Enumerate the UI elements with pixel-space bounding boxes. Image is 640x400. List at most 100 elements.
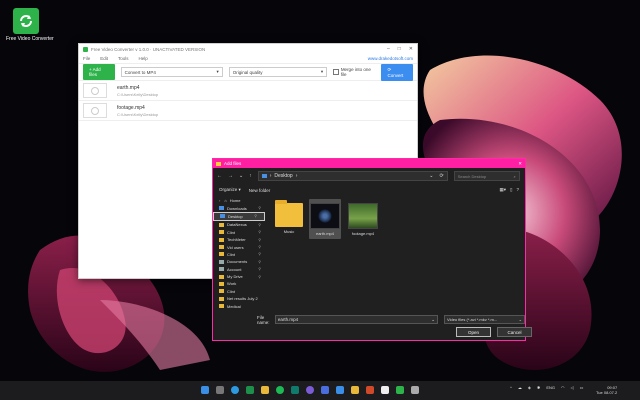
messenger-icon[interactable] <box>306 386 314 394</box>
close-icon[interactable]: ✕ <box>409 46 413 52</box>
chevron-down-icon: ⌄ <box>518 317 522 322</box>
excel-icon[interactable] <box>246 386 254 394</box>
home-icon: ⌂ <box>224 198 227 204</box>
sidebar-item[interactable]: Clint ⚲ <box>213 229 265 236</box>
preview-pane-icon[interactable]: ▯ <box>510 187 512 193</box>
language-indicator[interactable]: ENG <box>546 385 555 390</box>
converter-taskbar-icon[interactable] <box>396 386 404 394</box>
menu-edit[interactable]: Edit <box>100 56 108 61</box>
start-icon[interactable] <box>201 386 209 394</box>
forward-arrow-icon[interactable]: → <box>228 173 233 179</box>
app-icon <box>83 46 88 52</box>
sidebar-item-label: Account <box>227 266 242 272</box>
desktop-shortcut-free-video-converter[interactable]: Free Video Converter <box>6 8 54 42</box>
open-button[interactable]: Open <box>456 327 491 337</box>
folder-icon <box>219 259 224 264</box>
file-path: C:\Users\Kelly\Desktop <box>117 91 159 97</box>
file-name-field[interactable]: earth.mp4 ⌄ <box>274 315 438 324</box>
folder-item-music[interactable]: Music <box>273 200 305 234</box>
word-icon[interactable] <box>336 386 344 394</box>
sidebar-item[interactable]: Vid users ⚲ <box>213 243 265 250</box>
convert-to-select[interactable]: Convert to MP4 ▾ <box>120 67 223 77</box>
sidebar-item[interactable]: Documents ⚲ <box>213 258 265 265</box>
new-folder-button[interactable]: New folder <box>249 188 271 193</box>
pin-icon: ⚲ <box>258 206 261 211</box>
notepad-icon[interactable] <box>381 386 389 394</box>
chevron-up-icon[interactable]: ^ <box>510 385 512 390</box>
converter-titlebar[interactable]: Free Video Converter v 1.0.0 · UNACTIVAT… <box>79 44 417 54</box>
sidebar-item[interactable]: Medical <box>213 302 265 308</box>
clock[interactable]: 09:07 Tue 08.07.2 <box>596 385 617 395</box>
view-options-icon[interactable]: ▦▾ <box>499 187 506 193</box>
list-item[interactable]: footage.mp4 C:\Users\Kelly\Desktop <box>79 101 417 121</box>
edge-icon[interactable] <box>231 386 239 394</box>
dialog-titlebar[interactable]: Add files ✕ <box>213 159 525 168</box>
task-view-icon[interactable] <box>216 386 224 394</box>
sidebar-item[interactable]: Clint ⚲ <box>213 251 265 258</box>
wifi-icon[interactable]: ◠ <box>561 385 565 390</box>
cloud-icon[interactable]: ☁ <box>518 385 522 390</box>
dialog-navbar: ← → ⌄ ↑ › Desktop › ⌄ ⟳ Search Desktop ⌕ <box>213 168 525 184</box>
folder-icon <box>219 222 224 227</box>
sidebar-item[interactable]: My Drive ⚲ <box>213 273 265 280</box>
folder-icon <box>216 161 221 166</box>
sidebar-item[interactable]: Downloads ⚲ <box>213 204 265 211</box>
dialog-commandbar: Organize ▾ New folder ▦▾ ▯ ? <box>213 184 525 196</box>
back-arrow-icon[interactable]: ← <box>217 173 222 179</box>
sidebar-item[interactable]: Work <box>213 280 265 287</box>
file-name: earth.mp4 <box>117 84 140 91</box>
spotify-icon[interactable] <box>276 386 284 394</box>
add-files-button[interactable]: + Add files <box>83 64 115 80</box>
sidebar-item[interactable]: Clint <box>213 288 265 295</box>
file-item-footage[interactable]: footage.mp4 <box>347 203 379 236</box>
battery-icon[interactable]: ▭ <box>580 385 584 390</box>
merge-checkbox[interactable]: Merge into one file <box>333 67 375 77</box>
volume-icon[interactable]: ◁ <box>571 385 574 390</box>
chevron-down-icon[interactable]: ⌄ <box>239 173 243 179</box>
minimize-icon[interactable]: – <box>387 46 390 52</box>
settings-icon[interactable] <box>411 386 419 394</box>
folder-icon <box>219 281 224 286</box>
sidebar-item-label: My Drive <box>227 274 243 280</box>
bluetooth-icon[interactable]: ✱ <box>537 385 540 390</box>
cancel-button[interactable]: Cancel <box>497 327 532 337</box>
teams-icon[interactable] <box>321 386 329 394</box>
refresh-icon[interactable]: ⟳ <box>440 173 444 179</box>
up-arrow-icon[interactable]: ↑ <box>249 173 252 179</box>
menu-help[interactable]: Help <box>139 56 148 61</box>
sidebar-item[interactable]: Account ⚲ <box>213 266 265 273</box>
search-input[interactable]: Search Desktop ⌕ <box>453 171 520 181</box>
sidebar-item[interactable]: Net results July 2 <box>213 295 265 302</box>
app-icon[interactable] <box>291 386 299 394</box>
video-thumbnail <box>348 203 378 229</box>
quality-select[interactable]: Original quality ▾ <box>228 67 328 77</box>
organize-button[interactable]: Organize ▾ <box>219 187 241 193</box>
chevron-right-icon[interactable]: › <box>219 198 220 203</box>
convert-button[interactable]: ⟳ Convert <box>381 63 414 81</box>
file-type-select[interactable]: Video files (*.avi *.mkv *.m... ⌄ <box>444 315 525 324</box>
chevron-down-icon[interactable]: ⌄ <box>429 173 433 179</box>
sidebar-item[interactable]: Desktop ⚲ <box>213 211 265 222</box>
menu-file[interactable]: File <box>83 56 90 61</box>
sidebar-item[interactable]: TechMeter ⚲ <box>213 236 265 243</box>
sidebar-item[interactable]: › ⌂ Home <box>213 197 265 204</box>
maximize-icon[interactable]: □ <box>398 46 401 52</box>
taskbar: ^ ☁ ◈ ✱ ENG ◠ ◁ ▭ 09:07 Tue 08.07.2 <box>0 381 640 400</box>
sidebar-item[interactable]: DataNexus ⚲ <box>213 221 265 228</box>
file-item-earth[interactable]: earth.mp4 <box>309 199 341 239</box>
sidebar-item-label: Home <box>229 198 241 204</box>
sidebar-item-label: Work <box>227 281 237 287</box>
help-icon[interactable]: ? <box>516 187 519 193</box>
powerpoint-icon[interactable] <box>366 386 374 394</box>
address-bar[interactable]: › Desktop › ⌄ ⟳ <box>257 171 448 181</box>
dialog-title: Add files <box>224 161 242 166</box>
dialog-footer: File name: earth.mp4 ⌄ Video files (*.av… <box>213 311 532 339</box>
list-item[interactable]: earth.mp4 C:\Users\Kelly\Desktop <box>79 81 417 101</box>
file-explorer-icon[interactable] <box>261 386 269 394</box>
close-icon[interactable]: ✕ <box>518 161 522 167</box>
site-link[interactable]: www.drakedotsoft.com <box>368 56 413 61</box>
menu-tools[interactable]: Tools <box>118 56 129 61</box>
security-icon[interactable]: ◈ <box>528 385 531 390</box>
desktop-shortcut-label: Free Video Converter <box>6 36 54 42</box>
folder-icon[interactable] <box>351 386 359 394</box>
